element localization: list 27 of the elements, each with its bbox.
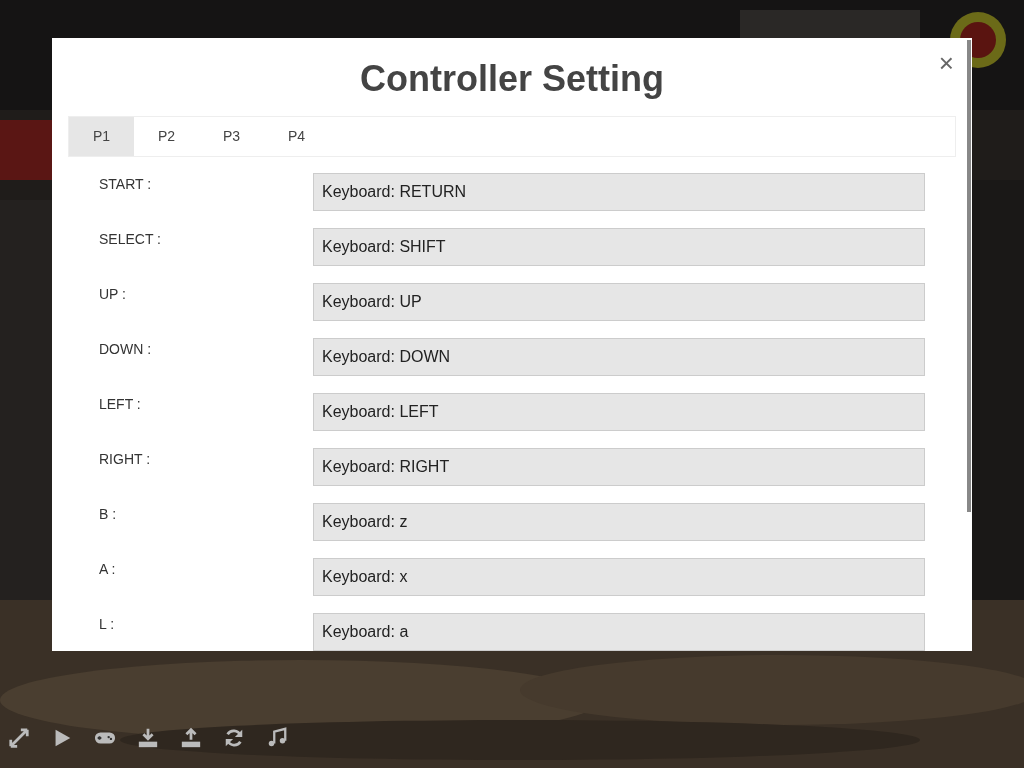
key-field[interactable]: Keyboard: x (313, 558, 925, 596)
key-field[interactable]: Keyboard: a (313, 613, 925, 651)
key-field[interactable]: Keyboard: RIGHT (313, 448, 925, 486)
binding-label: B : (98, 505, 118, 522)
tab[interactable]: P1 (69, 117, 134, 156)
upload-icon[interactable] (180, 727, 202, 749)
binding-label: L : (98, 615, 116, 632)
expand-icon[interactable] (8, 727, 30, 749)
dialog-title: Controller Setting (360, 58, 664, 100)
key-field[interactable]: Keyboard: RETURN (313, 173, 925, 211)
binding-label: SELECT : (98, 230, 162, 247)
key-field[interactable]: Keyboard: LEFT (313, 393, 925, 431)
refresh-icon[interactable] (223, 727, 245, 749)
binding-label: START : (98, 175, 153, 192)
binding-label: LEFT : (98, 395, 142, 412)
binding-label: DOWN : (98, 340, 153, 357)
key-field[interactable]: Keyboard: UP (313, 283, 925, 321)
binding-label: RIGHT : (98, 450, 152, 467)
scrollbar[interactable] (967, 40, 971, 512)
key-field[interactable]: Keyboard: z (313, 503, 925, 541)
music-note-icon[interactable] (266, 727, 288, 749)
binding-label: UP : (98, 285, 127, 302)
key-field[interactable]: Keyboard: DOWN (313, 338, 925, 376)
key-field[interactable]: Keyboard: SHIFT (313, 228, 925, 266)
binding-label: A : (98, 560, 117, 577)
close-button[interactable]: × (938, 50, 954, 76)
download-icon[interactable] (137, 727, 159, 749)
